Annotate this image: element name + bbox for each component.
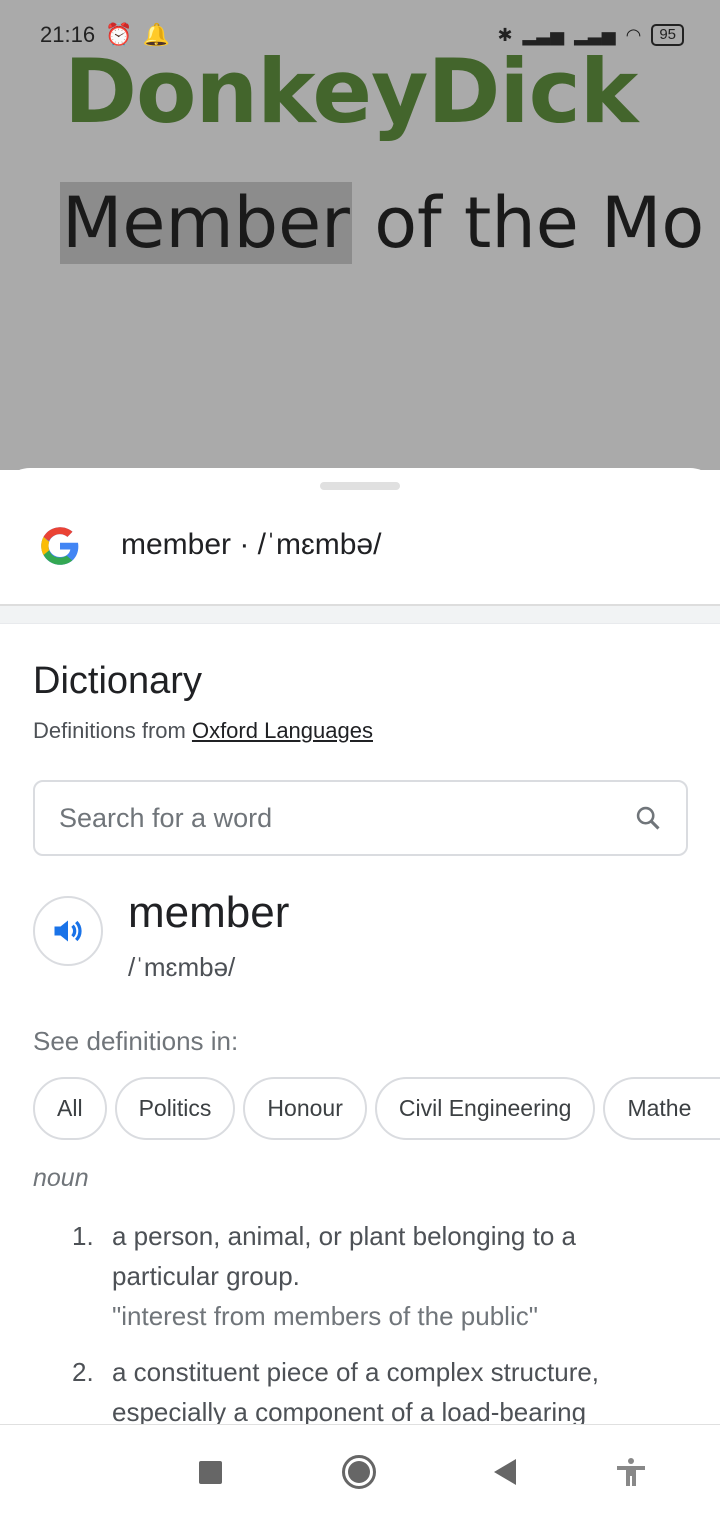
battery-icon: 95 [651, 24, 684, 46]
category-chips: All Politics Honour Civil Engineering Ma… [33, 1077, 720, 1140]
search-icon[interactable] [634, 804, 662, 832]
google-logo-icon [41, 527, 79, 565]
chip-politics[interactable]: Politics [114, 1077, 236, 1140]
page-headline: Member of the Mo [60, 182, 704, 264]
definition-text: a person, animal, or plant belonging to … [112, 1221, 576, 1291]
search-input[interactable]: Search for a word [33, 780, 688, 856]
chip-mathematics[interactable]: Mathe [603, 1077, 720, 1140]
dictionary-bottom-sheet: member · /ˈmɛmbə/ Dictionary Definitions… [0, 468, 720, 1520]
chip-all[interactable]: All [33, 1077, 107, 1140]
selected-word[interactable]: Member [60, 182, 352, 264]
part-of-speech: noun [33, 1164, 89, 1192]
see-definitions-label: See definitions in: [33, 1026, 239, 1056]
source-prefix: Definitions from [33, 718, 192, 743]
pronunciation-button[interactable] [33, 896, 103, 966]
source-line: Definitions from Oxford Languages [33, 718, 373, 744]
chip-honour[interactable]: Honour [243, 1077, 367, 1140]
chip-civil-engineering[interactable]: Civil Engineering [374, 1077, 596, 1140]
definition-text: a constituent piece of a complex structu… [112, 1357, 600, 1427]
back-button[interactable] [494, 1459, 516, 1485]
section-title: Dictionary [33, 660, 202, 702]
phonetic: /ˈmɛmbə/ [128, 952, 236, 982]
home-button[interactable] [342, 1455, 376, 1489]
drag-handle[interactable] [320, 482, 400, 490]
oxford-languages-link[interactable]: Oxford Languages [192, 718, 373, 743]
sheet-header-title: member · /ˈmɛmbə/ [121, 528, 382, 561]
definition-example: "interest from members of the public" [112, 1301, 538, 1331]
headline-rest: of the Mo [351, 182, 705, 264]
definition-item: 2. a constituent piece of a complex stru… [72, 1352, 672, 1432]
home-icon-dot [348, 1461, 370, 1483]
speaker-icon [54, 920, 82, 942]
definition-item: 1. a person, animal, or plant belonging … [72, 1216, 672, 1336]
recents-button[interactable] [199, 1461, 222, 1484]
definitions-list: 1. a person, animal, or plant belonging … [72, 1216, 672, 1448]
search-placeholder: Search for a word [59, 802, 273, 833]
divider [0, 604, 720, 624]
site-logo: DonkeyDick [64, 40, 638, 143]
definition-number: 1. [72, 1221, 94, 1251]
definition-number: 2. [72, 1357, 94, 1387]
headword: member [128, 888, 290, 937]
accessibility-icon[interactable] [617, 1457, 645, 1487]
system-nav-bar [0, 1424, 720, 1520]
